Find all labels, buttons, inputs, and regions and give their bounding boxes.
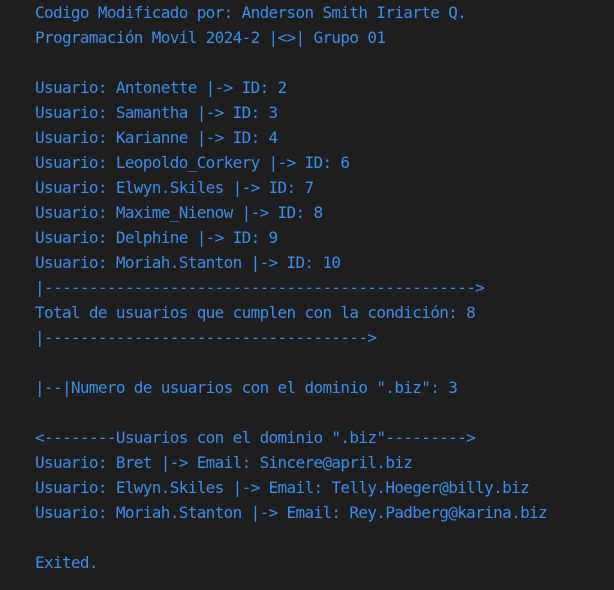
total-users-line: Total de usuarios que cumplen con la con…: [35, 303, 476, 322]
user-id-line: Usuario: Delphine |-> ID: 9: [35, 228, 278, 247]
user-id-line: Usuario: Karianne |-> ID: 4: [35, 128, 278, 147]
terminal-output: Codigo Modificado por: Anderson Smith Ir…: [35, 0, 605, 590]
biz-section-heading: <--------Usuarios con el dominio ".biz"-…: [35, 428, 476, 447]
separator-line: |---------------------------------------…: [35, 278, 485, 297]
user-email-line: Usuario: Elwyn.Skiles |-> Email: Telly.H…: [35, 478, 530, 497]
user-email-line: Usuario: Bret |-> Email: Sincere@april.b…: [35, 453, 413, 472]
user-id-line: Usuario: Leopoldo_Corkery |-> ID: 6: [35, 153, 350, 172]
user-id-line: Usuario: Maxime_Nienow |-> ID: 8: [35, 203, 323, 222]
exit-status-line: Exited.: [35, 553, 99, 572]
user-id-line: Usuario: Elwyn.Skiles |-> ID: 7: [35, 178, 314, 197]
user-id-line: Usuario: Moriah.Stanton |-> ID: 10: [35, 253, 341, 272]
user-id-line: Usuario: Antonette |-> ID: 2: [35, 78, 287, 97]
separator-line: |------------------------------------>: [35, 328, 377, 347]
biz-count-line: |--|Numero de usuarios con el dominio ".…: [35, 378, 458, 397]
header-course-line: Programación Movil 2024-2 |<>| Grupo 01: [35, 28, 386, 47]
user-email-line: Usuario: Moriah.Stanton |-> Email: Rey.P…: [35, 503, 548, 522]
header-author-line: Codigo Modificado por: Anderson Smith Ir…: [35, 3, 467, 22]
user-id-line: Usuario: Samantha |-> ID: 3: [35, 103, 278, 122]
